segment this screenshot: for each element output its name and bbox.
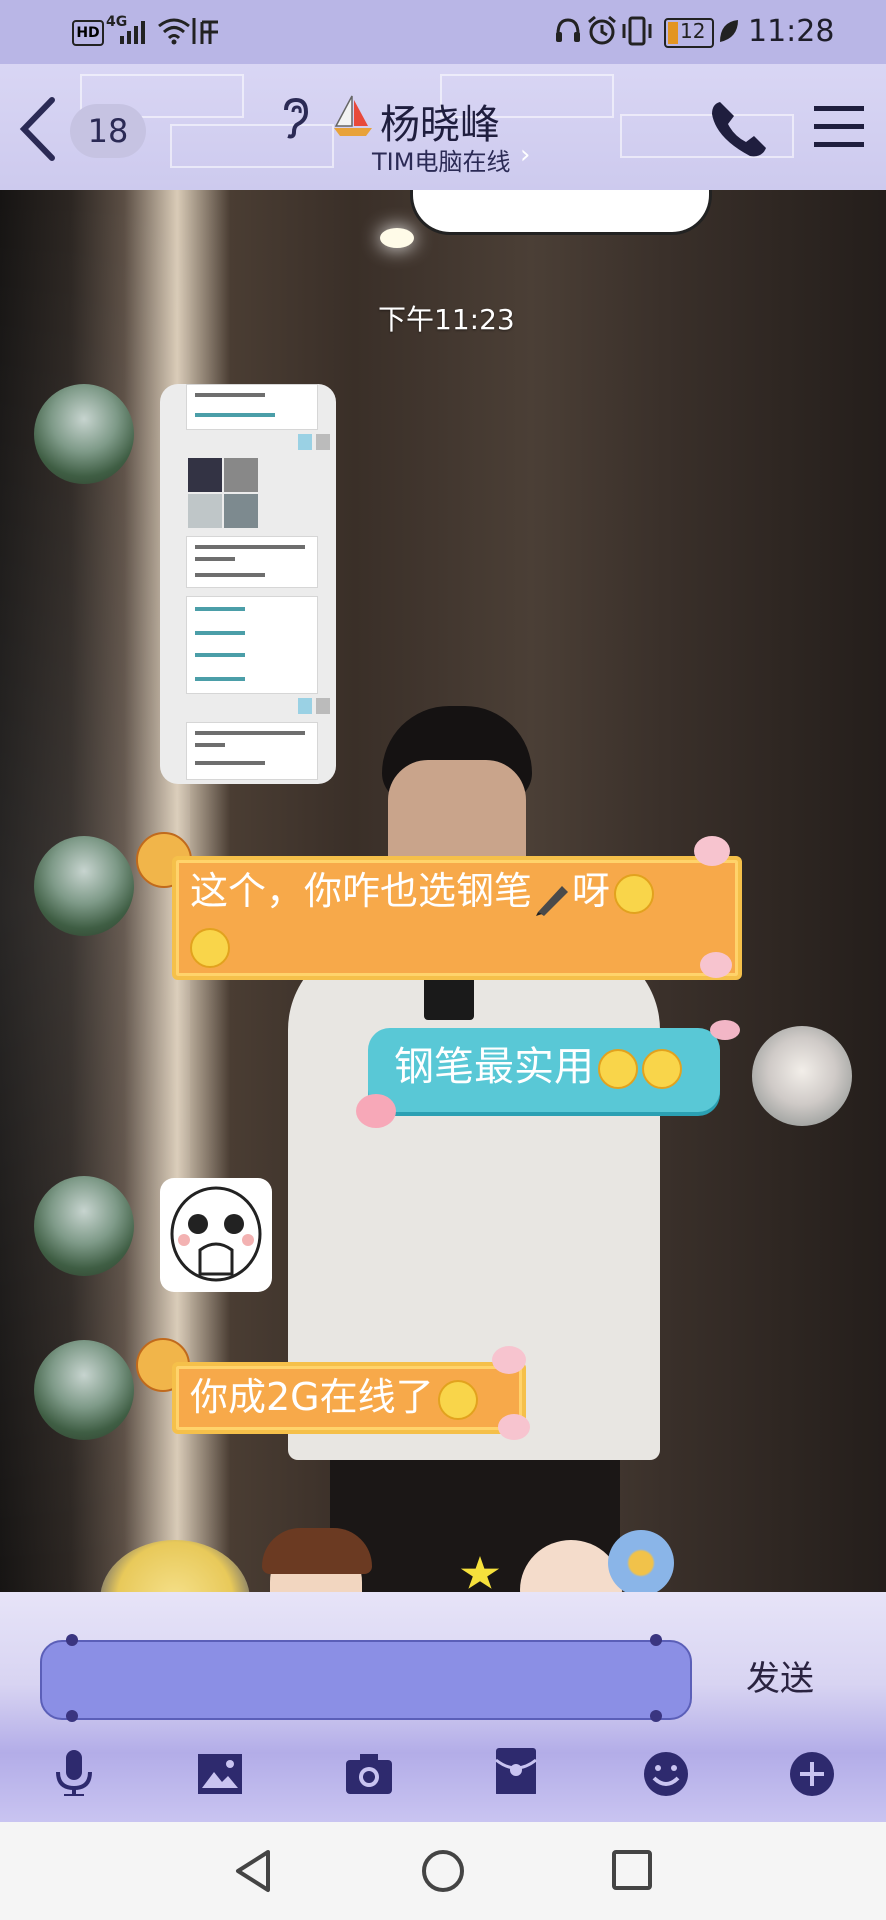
contact-avatar[interactable] [34, 836, 134, 936]
message-input[interactable] [40, 1640, 692, 1720]
contact-status[interactable]: TIM电脑在线 [372, 142, 510, 177]
wifi-icon [158, 18, 190, 45]
camera-icon[interactable] [344, 1752, 392, 1800]
recent-square-icon[interactable] [610, 1848, 654, 1892]
ceiling-light [380, 228, 414, 248]
message-bubble[interactable]: 这个，你咋也选钢笔呀 [172, 856, 742, 980]
phone-icon[interactable] [706, 96, 772, 162]
bubble-decoration-heart [710, 1020, 740, 1040]
bubble-decoration-pig [356, 1094, 396, 1128]
sailboat-icon [334, 95, 372, 136]
laughing-face-icon [170, 1186, 262, 1282]
message-text: 呀 [572, 869, 611, 913]
thinking-emoji-icon [598, 1049, 638, 1089]
input-corner-dot [66, 1634, 78, 1646]
input-corner-dot [66, 1710, 78, 1722]
vibrate-icon [622, 16, 652, 46]
signal-icon [120, 21, 145, 44]
battery-icon: 12 [664, 18, 714, 48]
my-message-bubble[interactable]: 钢笔最实用 [368, 1028, 720, 1112]
message-text: 钢笔最实用 [394, 1044, 594, 1090]
battery-level: 12 [680, 19, 706, 43]
unread-badge[interactable]: 18 [70, 104, 146, 158]
pen-icon [532, 876, 572, 916]
smirk-emoji-icon [614, 873, 655, 914]
message-text: 这个，你咋也选钢笔 [190, 869, 533, 913]
status-bar: HD 4G 12 11:28 [0, 0, 886, 64]
leaf-icon [720, 20, 738, 42]
headphone-icon [556, 18, 580, 42]
thinking-emoji-icon [642, 1049, 682, 1089]
status-chevron-icon[interactable]: › [520, 140, 530, 170]
laughing-emoji-icon [437, 1379, 478, 1420]
chat-timestamp: 下午11:23 [378, 303, 515, 336]
cartoon-boy-hair [262, 1528, 372, 1574]
contact-avatar[interactable] [34, 1176, 134, 1276]
microphone-icon[interactable] [50, 1748, 98, 1796]
alarm-icon [588, 15, 616, 45]
send-button[interactable]: 发送 [720, 1652, 840, 1706]
menu-icon[interactable] [812, 100, 866, 154]
image-message[interactable] [160, 384, 336, 784]
bubble-decoration-pig [498, 1414, 530, 1440]
home-circle-icon[interactable] [420, 1848, 466, 1894]
input-corner-dot [650, 1710, 662, 1722]
status-time: 11:28 [748, 14, 835, 49]
flower-decoration [608, 1530, 674, 1596]
plus-icon[interactable] [788, 1750, 836, 1798]
back-triangle-icon[interactable] [230, 1846, 276, 1896]
back-arrow-icon[interactable] [16, 94, 60, 164]
smirk-emoji-icon [190, 927, 230, 968]
hd-icon: HD [72, 20, 104, 46]
image-icon[interactable] [196, 1752, 244, 1800]
mini-card [186, 384, 318, 430]
listen-icon [192, 18, 218, 44]
emoji-icon[interactable] [642, 1750, 690, 1798]
message-bubble[interactable]: 你成2G在线了 [172, 1362, 526, 1434]
contact-avatar[interactable] [34, 1340, 134, 1440]
my-avatar[interactable] [752, 1026, 852, 1126]
contact-avatar[interactable] [34, 384, 134, 484]
bubble-decoration-pig [492, 1346, 526, 1374]
message-text: 你成2G在线了 [190, 1375, 434, 1419]
sticker-message[interactable] [160, 1178, 272, 1292]
ear-icon[interactable] [278, 96, 312, 140]
red-packet-icon[interactable] [494, 1746, 542, 1794]
bubble-decoration-pig [700, 952, 732, 978]
input-corner-dot [650, 1634, 662, 1646]
bubble-decoration-pig [694, 836, 730, 866]
theme-sticker-top [410, 190, 712, 235]
